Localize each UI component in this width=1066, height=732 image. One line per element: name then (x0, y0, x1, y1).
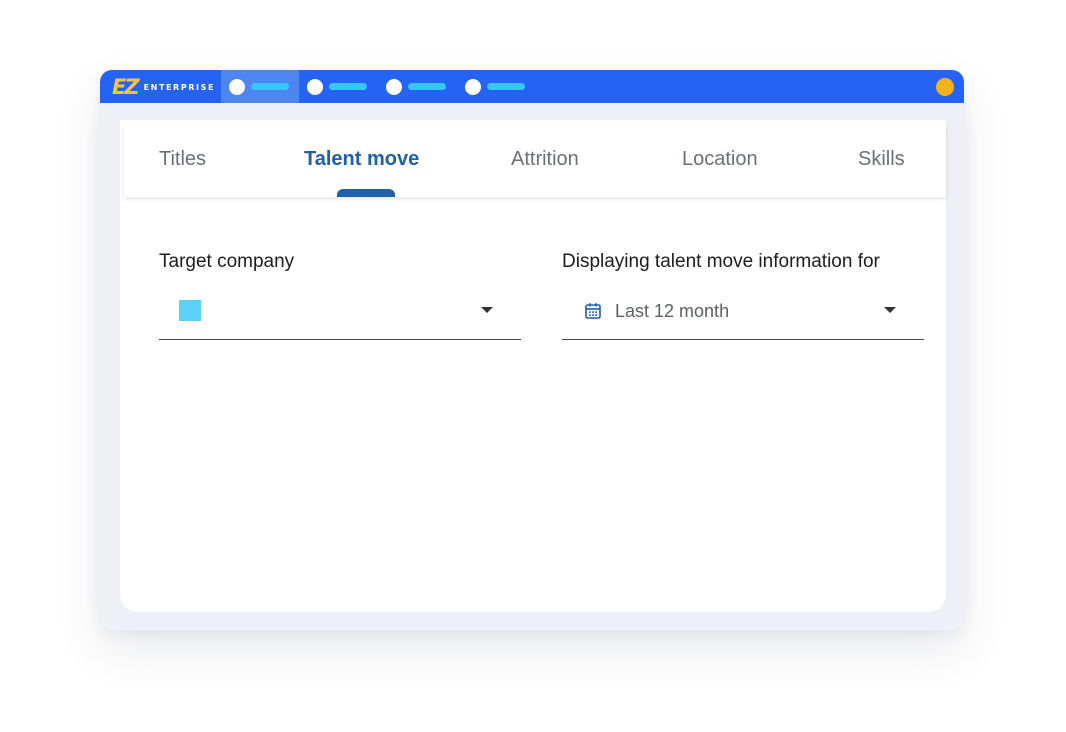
tab-title-placeholder (487, 83, 525, 90)
tab-attrition[interactable]: Attrition (511, 147, 579, 171)
active-tab-indicator (337, 189, 395, 197)
tab-favicon (386, 78, 402, 95)
content-card: Titles Talent move Attrition Location Sk… (120, 120, 946, 612)
browser-tab-2[interactable] (299, 70, 377, 103)
page: EZ ENTERPRISE Titles Talent move Attriti… (0, 0, 1066, 732)
tab-skills[interactable]: Skills (858, 147, 905, 171)
period-label: Displaying talent move information for (562, 251, 880, 272)
logo-text: ENTERPRISE (143, 82, 216, 92)
browser-tab-1[interactable] (221, 70, 299, 103)
tab-favicon (229, 78, 245, 95)
title-bar: EZ ENTERPRISE (100, 70, 964, 103)
logo-mark: EZ (112, 75, 140, 99)
tab-title-placeholder (408, 83, 446, 90)
target-company-label: Target company (159, 251, 295, 272)
window-control-dot[interactable] (936, 78, 954, 96)
period-value: Last 12 month (615, 301, 730, 321)
period-select[interactable]: Last 12 month (562, 290, 924, 340)
chevron-down-icon[interactable] (481, 307, 493, 313)
ez-enterprise-logo[interactable]: EZ ENTERPRISE (112, 76, 215, 98)
tab-favicon (465, 78, 481, 95)
company-color-swatch (179, 300, 201, 321)
target-company-select[interactable] (159, 290, 521, 340)
tab-location[interactable]: Location (682, 147, 758, 171)
tab-favicon (307, 78, 323, 95)
calendar-icon (585, 303, 601, 319)
chevron-down-icon[interactable] (884, 307, 896, 313)
tab-titles[interactable]: Titles (159, 147, 206, 171)
app-window: EZ ENTERPRISE Titles Talent move Attriti… (100, 70, 964, 630)
browser-tab-3[interactable] (378, 70, 456, 103)
tab-title-placeholder (251, 83, 289, 90)
browser-tab-4[interactable] (457, 70, 535, 103)
tab-title-placeholder (329, 83, 367, 90)
tab-talent-move[interactable]: Talent move (304, 147, 419, 171)
section-tabs: Titles Talent move Attrition Location Sk… (124, 122, 946, 197)
